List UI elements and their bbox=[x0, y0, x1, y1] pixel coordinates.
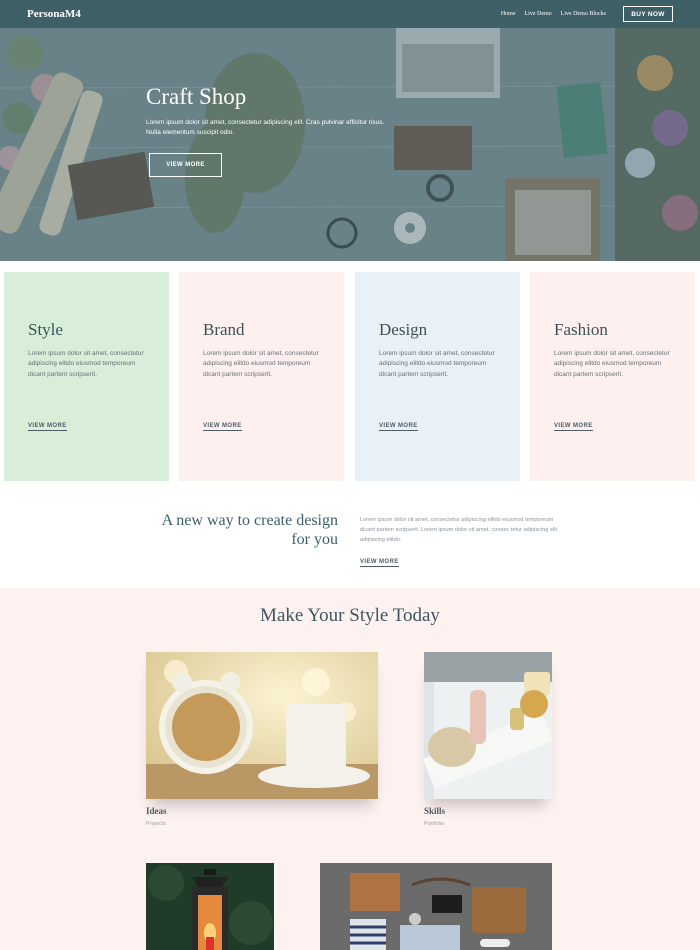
buy-now-button[interactable]: BUY NOW bbox=[623, 6, 673, 22]
alarm-clock-coffee-image bbox=[146, 652, 378, 799]
feature-card-fashion: Fashion Lorem ipsum dolor sit amet, cons… bbox=[530, 272, 695, 481]
card-view-more-link[interactable]: VIEW MORE bbox=[379, 423, 418, 431]
hero-banner: Craft Shop Lorem ipsum dolor sit amet, c… bbox=[0, 28, 700, 261]
nav-link-live-demo-blocks[interactable]: Live Demo Blocks bbox=[561, 11, 606, 17]
card-text: Lorem ipsum dolor sit amet, consectetur … bbox=[379, 350, 495, 378]
nav-link-live-demo[interactable]: Live Demo bbox=[525, 11, 552, 17]
card-title: Fashion bbox=[554, 320, 608, 339]
card-view-more-link[interactable]: VIEW MORE bbox=[28, 423, 67, 431]
lantern-image bbox=[146, 863, 274, 950]
hero-description: Lorem ipsum dolor sit amet, consectetur … bbox=[146, 119, 385, 136]
portfolio-image-lantern[interactable] bbox=[146, 863, 274, 950]
card-view-more-link[interactable]: VIEW MORE bbox=[203, 423, 242, 431]
card-title: Style bbox=[28, 320, 63, 339]
portfolio-section: Make Your Style Today Ideas Projects Ski… bbox=[0, 588, 700, 950]
newway-text: Lorem ipsum dolor sit amet, consectetur … bbox=[360, 517, 558, 543]
bathtub-basket-image bbox=[424, 652, 552, 799]
portfolio-item-name[interactable]: Ideas bbox=[146, 806, 167, 816]
portfolio-item-category: Projects bbox=[146, 821, 166, 827]
flatlay-accessories-image bbox=[320, 863, 552, 950]
hero-background-image bbox=[0, 28, 700, 261]
nav-links: Home Live Demo Live Demo Blocks BUY NOW bbox=[501, 6, 673, 22]
hero-view-more-button[interactable]: VIEW MORE bbox=[149, 153, 222, 177]
portfolio-image-flatlay[interactable] bbox=[320, 863, 552, 950]
portfolio-image-skills[interactable] bbox=[424, 652, 552, 799]
portfolio-item-category: Portfolio bbox=[424, 821, 445, 827]
portfolio-item-name[interactable]: Skills bbox=[424, 806, 445, 816]
feature-card-style: Style Lorem ipsum dolor sit amet, consec… bbox=[4, 272, 169, 481]
card-title: Brand bbox=[203, 320, 245, 339]
newway-view-more-link[interactable]: VIEW MORE bbox=[360, 559, 399, 567]
brand-logo[interactable]: PersonaM4 bbox=[27, 8, 81, 20]
portfolio-heading: Make Your Style Today bbox=[260, 605, 440, 626]
top-navbar: PersonaM4 Home Live Demo Live Demo Block… bbox=[0, 0, 700, 28]
feature-card-design: Design Lorem ipsum dolor sit amet, conse… bbox=[355, 272, 520, 481]
card-view-more-link[interactable]: VIEW MORE bbox=[554, 423, 593, 431]
card-text: Lorem ipsum dolor sit amet, consectetur … bbox=[203, 350, 319, 378]
newway-heading: A new way to create design for you bbox=[161, 512, 338, 548]
card-text: Lorem ipsum dolor sit amet, consectetur … bbox=[554, 350, 670, 378]
nav-link-home[interactable]: Home bbox=[501, 11, 516, 17]
feature-card-brand: Brand Lorem ipsum dolor sit amet, consec… bbox=[179, 272, 344, 481]
hero-title: Craft Shop bbox=[146, 84, 247, 109]
card-title: Design bbox=[379, 320, 428, 339]
card-text: Lorem ipsum dolor sit amet, consectetur … bbox=[28, 350, 144, 378]
portfolio-image-ideas[interactable] bbox=[146, 652, 378, 799]
